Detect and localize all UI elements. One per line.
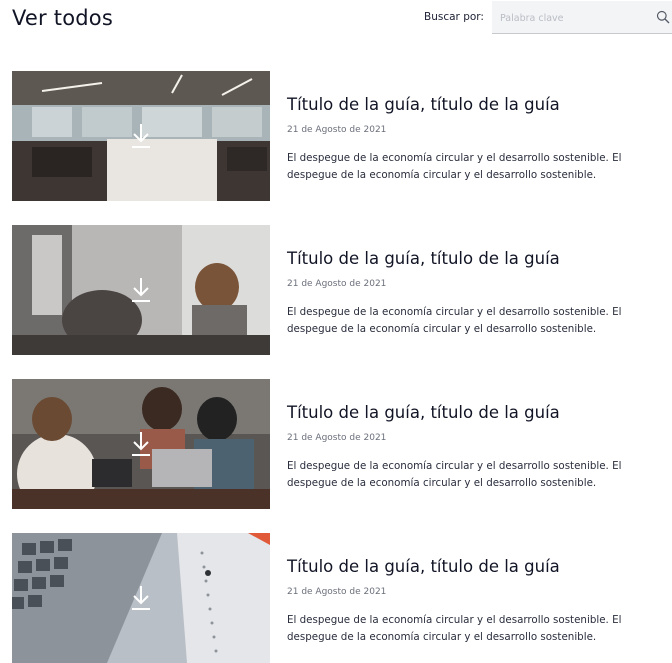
guide-thumbnail[interactable] — [12, 225, 270, 355]
guide-thumbnail[interactable] — [12, 379, 270, 509]
search-box[interactable] — [492, 1, 672, 34]
search-input[interactable] — [498, 9, 652, 27]
guide-date: 21 de Agosto de 2021 — [287, 433, 387, 443]
download-icon[interactable] — [130, 430, 152, 458]
guide-title[interactable]: Título de la guía, título de la guía — [287, 557, 560, 576]
guide-thumbnail[interactable] — [12, 71, 270, 201]
download-icon[interactable] — [130, 584, 152, 612]
guide-title[interactable]: Título de la guía, título de la guía — [287, 249, 560, 268]
page-title: Ver todos — [12, 6, 113, 30]
guide-title[interactable]: Título de la guía, título de la guía — [287, 95, 560, 114]
guide-card[interactable]: Título de la guía, título de la guía 21 … — [12, 225, 672, 355]
guide-description: El despegue de la economía circular y el… — [287, 306, 622, 335]
guide-thumbnail[interactable] — [12, 533, 270, 663]
guide-date: 21 de Agosto de 2021 — [287, 587, 387, 597]
search-icon[interactable] — [656, 10, 670, 24]
guide-description: El despegue de la economía circular y el… — [287, 152, 622, 181]
guide-card[interactable]: Título de la guía, título de la guía 21 … — [12, 379, 672, 509]
search-label: Buscar por: — [424, 11, 484, 23]
guide-date: 21 de Agosto de 2021 — [287, 125, 387, 135]
guide-description: El despegue de la economía circular y el… — [287, 460, 622, 489]
guide-description: El despegue de la economía circular y el… — [287, 614, 622, 643]
guide-card[interactable]: Título de la guía, título de la guía 21 … — [12, 533, 672, 663]
download-icon[interactable] — [130, 276, 152, 304]
guide-date: 21 de Agosto de 2021 — [287, 279, 387, 289]
guide-title[interactable]: Título de la guía, título de la guía — [287, 403, 560, 422]
guide-card[interactable]: Título de la guía, título de la guía 21 … — [12, 71, 672, 201]
download-icon[interactable] — [130, 122, 152, 150]
